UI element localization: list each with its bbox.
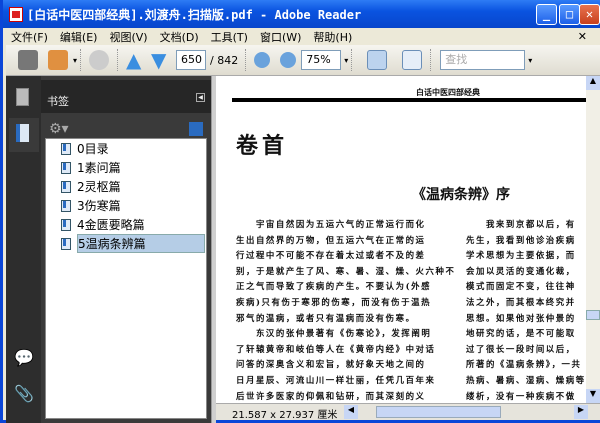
bookmarks-title: 书签 xyxy=(47,95,69,108)
text-line: 过了很长一段时间以后， xyxy=(466,343,576,354)
bookmark-item[interactable]: 3伤寒篇 xyxy=(46,196,206,215)
text-line: 后世许多医家的仰佩和钻研，而其深刻的义 xyxy=(236,390,426,401)
menu-view[interactable]: 视图(V) xyxy=(109,29,147,45)
close-button[interactable]: ✕ xyxy=(579,4,600,25)
text-line: 模式而固定不变，往往神 xyxy=(466,281,576,292)
scroll-right-icon[interactable]: ▶ xyxy=(574,405,588,419)
search-input[interactable]: 查找 xyxy=(440,50,526,70)
scroll-down-icon[interactable]: ▼ xyxy=(586,389,600,403)
new-bookmark-icon[interactable] xyxy=(189,122,203,136)
bookmarks-panel: 书签 ◀ ⚙▾ 0目录 1素问篇 2灵枢篇 3伤寒篇 4金匮要略篇 5温病条辨篇 xyxy=(41,76,211,423)
scroll-up-icon[interactable]: ▲ xyxy=(586,76,600,90)
page-size: 21.587 x 27.937 厘米 xyxy=(232,410,338,421)
title-bar: [白话中医四部经典].刘渡舟.扫描版.pdf - Adobe Reader _ … xyxy=(3,0,600,28)
menu-edit[interactable]: 编辑(E) xyxy=(60,29,98,45)
zoom-select[interactable]: 75% xyxy=(301,50,342,70)
text-line: 思想。如果他对张仲景的 xyxy=(466,312,576,323)
attachments-icon[interactable]: 📎 xyxy=(9,384,39,418)
menu-bar: 文件(F) 编辑(E) 视图(V) 文档(D) 工具(T) 窗口(W) 帮助(H… xyxy=(6,28,600,45)
scroll-left-icon[interactable]: ◀ xyxy=(344,405,358,419)
text-line: 邪气的温病，或者只有温病而没有伤寒。 xyxy=(236,312,416,323)
text-line: 会加以灵活的变通化裁， xyxy=(466,265,576,276)
menu-file[interactable]: 文件(F) xyxy=(11,29,48,45)
text-line: 东汉的张仲景著有《伤寒论》，发挥阐明 xyxy=(236,328,432,339)
bookmark-item[interactable]: 2灵枢篇 xyxy=(46,177,206,196)
navigation-pane: 💬 📎 xyxy=(6,76,41,423)
bookmark-icon xyxy=(61,180,71,193)
next-page-icon[interactable]: ▼ xyxy=(151,50,171,70)
text-line: 我来到京都以后，有 xyxy=(466,219,576,229)
text-line: 缕析，没有一种疾病不做 xyxy=(466,390,576,401)
section-title: 《温病条辨》序 xyxy=(412,187,510,203)
text-line: 行过程中不可能不存在着太过或者不及的差 xyxy=(236,250,426,261)
vertical-scrollbar[interactable]: ▲ ▼ xyxy=(586,76,600,403)
horizontal-scroll-thumb[interactable] xyxy=(376,406,501,418)
text-line: 正之气而导致了疾病的产生。不要认为(外感 xyxy=(236,281,432,292)
bookmark-list: 0目录 1素问篇 2灵枢篇 3伤寒篇 4金匮要略篇 5温病条辨篇 xyxy=(45,138,207,419)
text-column-1: 宇宙自然因为五运六气的正常运行而化 生出自然界的万物，但五运六气在正常的运 行过程中… xyxy=(236,217,455,403)
text-line: 热病、暑病、湿病、燥病等 xyxy=(466,374,586,385)
page-number-input[interactable]: 650 xyxy=(176,50,207,70)
text-line: 法之外，而其根本终究并 xyxy=(466,296,576,307)
bookmark-item[interactable]: 0目录 xyxy=(46,139,206,158)
app-window: [白话中医四部经典].刘渡舟.扫描版.pdf - Adobe Reader _ … xyxy=(0,0,600,423)
print-icon[interactable] xyxy=(18,50,38,70)
menu-window[interactable]: 窗口(W) xyxy=(260,29,301,45)
previous-page-icon[interactable]: ▲ xyxy=(126,50,146,70)
maximize-button[interactable]: □ xyxy=(559,4,580,25)
fit-width-icon[interactable] xyxy=(367,50,388,70)
text-line: 问答的深奥含义和宏旨，就好象天地之间的 xyxy=(236,359,426,370)
close-document-icon[interactable]: ✕ xyxy=(578,30,587,43)
text-line: 生出自然界的万物，但五运六气在正常的运 xyxy=(236,234,426,245)
pages-icon[interactable] xyxy=(9,82,39,116)
menu-help[interactable]: 帮助(H) xyxy=(313,29,352,45)
pdf-app-icon xyxy=(9,6,23,22)
bookmark-icon xyxy=(61,218,71,231)
bookmark-icon xyxy=(61,161,71,174)
window-title: [白话中医四部经典].刘渡舟.扫描版.pdf - Adobe Reader xyxy=(27,7,362,22)
bookmarks-icon[interactable] xyxy=(9,118,39,152)
text-line: 了轩辕黄帝和岐伯等人在《黄帝内经》中对话 xyxy=(236,343,436,354)
text-line: 日月星辰、河流山川一样壮丽，任凭几百年来 xyxy=(236,374,436,385)
minimize-button[interactable]: _ xyxy=(536,4,557,25)
text-line: 地研究的话，是不可能取 xyxy=(466,328,576,339)
scroll-thumb[interactable] xyxy=(586,310,600,320)
bookmark-icon xyxy=(61,142,71,155)
zoom-out-icon[interactable] xyxy=(254,52,271,68)
page-total: / 842 xyxy=(210,53,239,67)
collaborate-icon[interactable] xyxy=(89,50,110,70)
running-head: 白话中医四部经典 xyxy=(416,87,480,97)
bookmark-item[interactable]: 1素问篇 xyxy=(46,158,206,177)
bookmark-item[interactable]: 4金匮要略篇 xyxy=(46,215,206,234)
text-line: 所著的《温病条辨》，一共 xyxy=(466,359,582,370)
menu-tools[interactable]: 工具(T) xyxy=(211,29,248,45)
status-bar: 21.587 x 27.937 厘米 ◀ ▶ xyxy=(216,403,600,421)
text-line: 学术思想为主要依据，而 xyxy=(466,250,576,261)
comments-icon[interactable]: 💬 xyxy=(9,348,39,382)
text-line: 疾病)只有伤于寒邪的伤寒，而没有伤于温热 xyxy=(236,296,432,307)
bookmark-item-selected[interactable]: 5温病条辨篇 xyxy=(46,234,206,253)
collapse-panel-icon[interactable]: ◀ xyxy=(196,93,205,102)
menu-document[interactable]: 文档(D) xyxy=(160,29,199,45)
fit-page-icon[interactable] xyxy=(402,50,423,70)
bookmark-icon xyxy=(61,199,71,212)
toolbar: ▾ ▲ ▼ 650 / 842 75% ▾ 查找 ▾ xyxy=(6,45,600,76)
options-gear-icon[interactable]: ⚙▾ xyxy=(49,121,69,137)
text-line: 先生，我看到他诊治疾病 xyxy=(466,234,576,245)
chapter-title: 卷首 xyxy=(236,133,289,159)
text-column-2: 我来到京都以后，有 先生，我看到他诊治疾病 学术思想为主要依据，而 会加以灵活的变通化… xyxy=(466,217,586,403)
bookmark-icon xyxy=(61,237,71,250)
share-icon[interactable] xyxy=(48,50,68,70)
text-line: 别，于是就产生了风、寒、暑、湿、燥、火六种不 xyxy=(236,265,456,276)
zoom-in-icon[interactable] xyxy=(280,52,297,68)
document-view: 白话中医四部经典 卷首 《温病条辨》序 宇宙自然因为五运六气的正常运行而化 生出自… xyxy=(216,76,586,403)
text-line: 宇宙自然因为五运六气的正常运行而化 xyxy=(236,219,426,229)
